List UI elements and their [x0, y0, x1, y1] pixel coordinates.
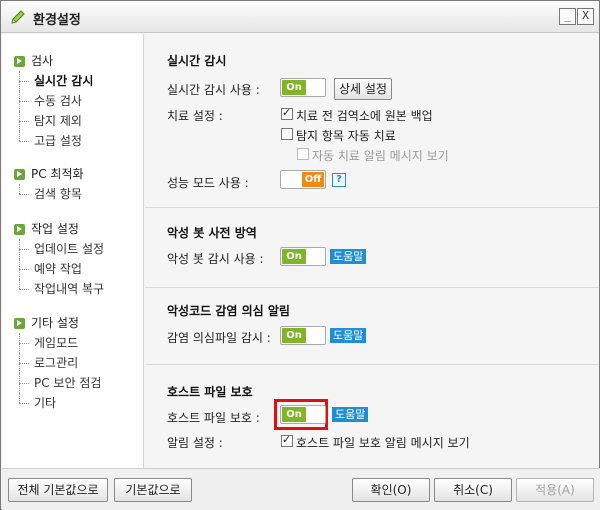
perf-mode-toggle[interactable]: Off	[280, 170, 326, 189]
section-infection: 악성코드 감염 의심 알림 감염 의심파일 감시 : On 도움말	[145, 288, 599, 365]
hosts-help-button[interactable]: 도움말	[332, 407, 369, 422]
close-button[interactable]: X	[577, 8, 594, 25]
infection-help-button[interactable]: 도움말	[330, 328, 367, 343]
hosts-protect-label: 호스트 파일 보호 :	[167, 411, 260, 425]
arrow-bullet-icon	[14, 56, 25, 67]
sidebar-item-scheduled[interactable]: 예약 작업	[14, 259, 104, 279]
realtime-monitor-toggle[interactable]: On	[280, 78, 326, 97]
pencil-icon	[11, 10, 25, 24]
autocure-alert-checkbox[interactable]	[297, 148, 309, 160]
sidebar-item-game-mode[interactable]: 게임모드	[14, 333, 101, 353]
hosts-alert-label: 호스트 파일 보호 알림 메시지 보기	[296, 436, 470, 450]
perf-mode-label: 성능 모드 사용 :	[167, 176, 249, 190]
malbot-monitor-toggle[interactable]: On	[280, 247, 326, 266]
infection-monitor-label: 감염 의심파일 감시 :	[167, 331, 271, 345]
arrow-bullet-icon	[14, 169, 25, 180]
section-malbot: 악성 봇 사전 방역 악성 봇 감시 사용 : On 도움말	[145, 208, 599, 288]
question-help-icon[interactable]: ?	[332, 173, 346, 187]
nav-group-etc: 기타 설정 게임모드 로그관리 PC 보안 점검 기타	[14, 313, 101, 413]
autocure-checkbox[interactable]	[281, 128, 293, 140]
apply-button[interactable]: 적용(A)	[516, 478, 594, 502]
arrow-bullet-icon	[14, 318, 25, 329]
arrow-bullet-icon	[14, 224, 25, 235]
sidebar-item-other[interactable]: 기타	[14, 393, 101, 413]
sidebar-item-update[interactable]: 업데이트 설정	[14, 239, 104, 259]
sidebar-item-pc-security-check[interactable]: PC 보안 점검	[14, 373, 101, 393]
autocure-alert-label: 자동 치료 알림 메시지 보기	[312, 149, 449, 163]
nav-group-tasks: 작업 설정 업데이트 설정 예약 작업 작업내역 복구	[14, 219, 104, 299]
hosts-protect-toggle[interactable]: On	[280, 405, 326, 424]
section-realtime: 실시간 감시 실시간 감시 사용 : On 상세 설정 치료 설정 : 치료 전…	[145, 34, 599, 208]
sidebar-item-log[interactable]: 로그관리	[14, 353, 101, 373]
nav-head-scan[interactable]: 검사	[14, 51, 93, 71]
settings-content: 실시간 감시 실시간 감시 사용 : On 상세 설정 치료 설정 : 치료 전…	[145, 34, 599, 468]
malbot-monitor-label: 악성 봇 감시 사용 :	[167, 252, 264, 266]
sidebar-item-manual-scan[interactable]: 수동 검사	[14, 91, 93, 111]
settings-window: 환경설정 _ X 검사 실시간 감시 수동 검사 탐지 제외 고급 설정 PC …	[0, 0, 600, 510]
window-title: 환경설정	[33, 13, 81, 28]
hosts-alert-checkbox[interactable]	[281, 433, 293, 447]
nav-head-optimize[interactable]: PC 최적화	[14, 164, 84, 184]
sidebar-item-exclusion[interactable]: 탐지 제외	[14, 111, 93, 131]
detail-settings-button[interactable]: 상세 설정	[334, 78, 392, 100]
title-bar: 환경설정 _ X	[1, 1, 599, 33]
ok-button[interactable]: 확인(O)	[352, 478, 430, 502]
cancel-button[interactable]: 취소(C)	[434, 478, 512, 502]
section-title: 악성코드 감염 의심 알림	[167, 304, 290, 318]
sidebar-item-search-items[interactable]: 검색 항목	[14, 184, 84, 204]
section-hosts: 호스트 파일 보호 호스트 파일 보호 : On 도움말 알림 설정 : 호스트…	[145, 365, 599, 468]
sidebar-nav: 검사 실시간 감시 수동 검사 탐지 제외 고급 설정 PC 최적화 검색 항목…	[2, 34, 144, 468]
autocure-label: 탐지 항목 자동 치료	[296, 129, 396, 143]
infection-monitor-toggle[interactable]: On	[280, 326, 326, 345]
nav-group-scan: 검사 실시간 감시 수동 검사 탐지 제외 고급 설정	[14, 51, 93, 151]
realtime-monitor-label: 실시간 감시 사용 :	[167, 83, 260, 97]
cure-settings-label: 치료 설정 :	[167, 109, 223, 123]
reset-all-button[interactable]: 전체 기본값으로	[8, 478, 108, 502]
section-title: 호스트 파일 보호	[167, 385, 253, 399]
section-title: 실시간 감시	[167, 54, 227, 68]
reset-button[interactable]: 기본값으로	[114, 478, 192, 502]
nav-head-etc[interactable]: 기타 설정	[14, 313, 101, 333]
footer-bar: 전체 기본값으로 기본값으로 확인(O) 취소(C) 적용(A)	[2, 468, 600, 510]
minimize-button[interactable]: _	[559, 8, 576, 25]
sidebar-item-realtime[interactable]: 실시간 감시	[14, 71, 93, 91]
section-title: 악성 봇 사전 방역	[167, 226, 257, 240]
malbot-help-button[interactable]: 도움말	[330, 249, 367, 264]
nav-group-optimize: PC 최적화 검색 항목	[14, 164, 84, 204]
hosts-alert-setting-label: 알림 설정 :	[167, 436, 223, 450]
sidebar-item-history-restore[interactable]: 작업내역 복구	[14, 279, 104, 299]
backup-checkbox[interactable]	[281, 106, 293, 120]
sidebar-item-advanced[interactable]: 고급 설정	[14, 131, 93, 151]
backup-label: 치료 전 검역소에 원본 백업	[296, 109, 433, 123]
nav-head-tasks[interactable]: 작업 설정	[14, 219, 104, 239]
